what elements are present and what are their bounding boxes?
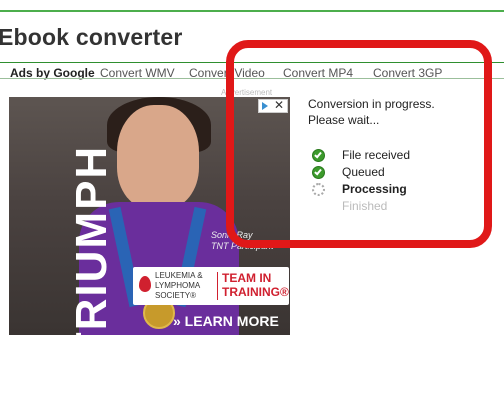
blood-drop-icon	[139, 276, 151, 292]
ad-sponsor-name: LEUKEMIA & LYMPHOMA SOCIETY®	[155, 271, 203, 300]
ad-program-name: TEAM IN TRAINING®	[222, 271, 289, 299]
ad-person-face	[117, 105, 199, 209]
highlight-annotation	[226, 40, 492, 248]
page-title: Ebook converter	[0, 24, 183, 50]
top-rule	[0, 10, 504, 12]
ad-sponsor-box: LEUKEMIA & LYMPHOMA SOCIETY® TEAM IN TRA…	[133, 267, 289, 305]
ad-brand-text: TRIUMPH	[67, 144, 117, 335]
sponsor-separator	[217, 272, 218, 300]
learn-more-button[interactable]: » LEARN MORE	[173, 313, 279, 329]
